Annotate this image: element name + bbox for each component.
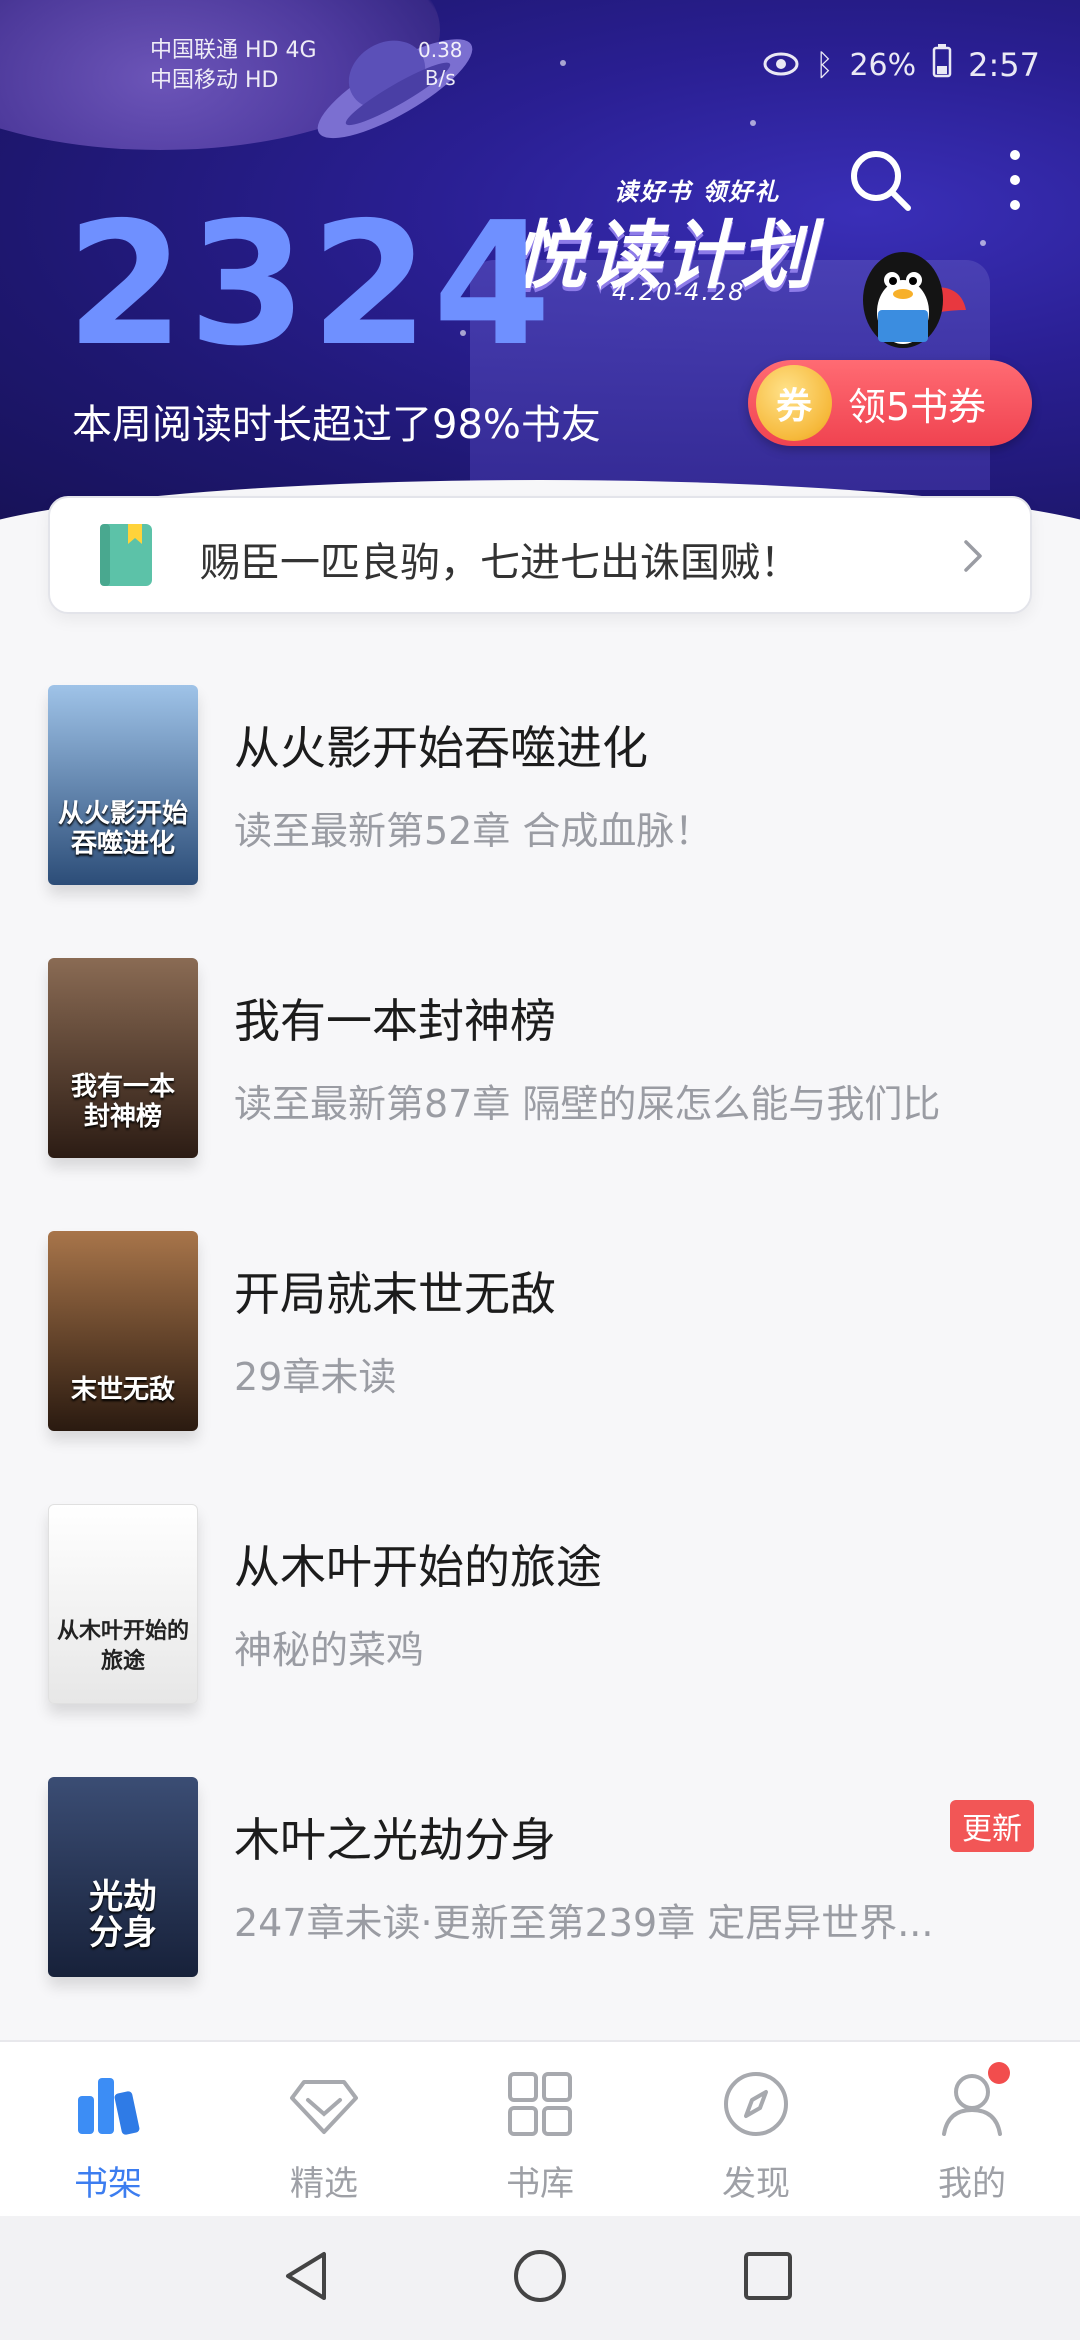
bookshelf-icon: [78, 2078, 140, 2135]
weekly-read-description: 本周阅读时长超过了98%书友: [72, 402, 601, 448]
tab-label: 发现: [722, 2164, 790, 2204]
book-progress: 29章未读: [234, 1355, 397, 1399]
tab-profile[interactable]: 我的: [864, 2042, 1080, 2218]
home-icon[interactable]: [510, 2246, 570, 2306]
notice-text: 赐臣一匹良驹，七进七出诛国贼！: [200, 540, 800, 586]
star-decoration: [750, 120, 756, 126]
status-bar: 中国联通 HD 4G 中国移动 HD 0.38 B/s ᛒ 26% 2:57: [0, 0, 1080, 96]
bluetooth-icon: ᛒ: [815, 47, 834, 83]
eye-icon: [763, 46, 799, 84]
search-icon[interactable]: [846, 146, 916, 216]
tab-label: 精选: [290, 2164, 358, 2204]
tab-discover[interactable]: 发现: [648, 2042, 864, 2218]
book-progress: 读至最新第52章 合成血脉！: [234, 809, 713, 853]
book-title: 开局就末世无敌: [234, 1267, 556, 1321]
back-icon[interactable]: [278, 2246, 338, 2306]
book-item[interactable]: 从木叶开始的 旅途 从木叶开始的旅途 神秘的菜鸡: [0, 1469, 1080, 1742]
book-cover[interactable]: 从木叶开始的 旅途: [48, 1504, 198, 1704]
tab-featured[interactable]: 精选: [216, 2042, 432, 2218]
more-menu-icon[interactable]: [998, 150, 1032, 210]
status-right: ᛒ 26% 2:57: [763, 44, 1040, 86]
cover-title: 从木叶开始的 旅途: [56, 1619, 189, 1674]
book-title: 从木叶开始的旅途: [234, 1540, 602, 1594]
book-item[interactable]: 我有一本 封神榜 我有一本封神榜 读至最新第87章 隔壁的屎怎么能与我们比: [0, 923, 1080, 1196]
book-item[interactable]: 从火影开始 吞噬进化 从火影开始吞噬进化 读至最新第52章 合成血脉！: [0, 650, 1080, 923]
system-nav-bar: [0, 2216, 1080, 2340]
tab-label: 我的: [938, 2164, 1006, 2204]
cover-title: 从火影开始 吞噬进化: [57, 799, 188, 859]
book-author: 神秘的菜鸡: [234, 1628, 425, 1672]
battery-text: 26%: [849, 47, 917, 83]
clock: 2:57: [968, 46, 1040, 84]
notification-dot: [988, 2062, 1010, 2084]
cover-title: 末世无敌: [70, 1375, 175, 1405]
penguin-mascot-icon: [863, 252, 966, 348]
coupon-coin-icon: 券: [756, 365, 832, 441]
tab-label: 书架: [74, 2164, 142, 2204]
book-cover[interactable]: 末世无敌: [48, 1231, 198, 1431]
notice-card[interactable]: 赐臣一匹良驹，七进七出诛国贼！: [48, 496, 1032, 614]
cover-title: 我有一本 封神榜: [70, 1072, 175, 1132]
weekly-read-count: 2324: [66, 186, 556, 384]
book-cover[interactable]: 从火影开始 吞噬进化: [48, 685, 198, 885]
update-badge: 更新: [950, 1800, 1034, 1852]
chevron-right-icon: [964, 540, 982, 572]
net-speed: 0.38 B/s: [418, 38, 463, 90]
tab-bookshelf[interactable]: 书架: [0, 2042, 216, 2218]
carrier-2: 中国移动 HD: [150, 68, 279, 93]
diamond-icon: [290, 2080, 358, 2134]
book-list: 从火影开始 吞噬进化 从火影开始吞噬进化 读至最新第52章 合成血脉！ 我有一本…: [0, 650, 1080, 2015]
book-icon: [100, 524, 152, 586]
bottom-tab-bar: 书架 精选 书库 发现 我的: [0, 2040, 1080, 2216]
book-title: 木叶之光劫分身: [234, 1813, 556, 1867]
promo-dates: 4.20-4.28: [612, 278, 746, 306]
coupon-label: 领5书券: [848, 384, 987, 429]
book-progress: 读至最新第87章 隔壁的屎怎么能与我们比: [234, 1082, 941, 1126]
book-cover[interactable]: 我有一本 封神榜: [48, 958, 198, 1158]
carrier-1: 中国联通 HD 4G: [150, 38, 317, 63]
book-item[interactable]: 末世无敌 开局就末世无敌 29章未读: [0, 1196, 1080, 1469]
header-banner: 中国联通 HD 4G 中国移动 HD 0.38 B/s ᛒ 26% 2:57 读…: [0, 0, 1080, 530]
book-title: 从火影开始吞噬进化: [234, 721, 648, 775]
claim-coupon-button[interactable]: 券 领5书券: [748, 360, 1032, 446]
tab-library[interactable]: 书库: [432, 2042, 648, 2218]
book-item[interactable]: 光劫 分身 木叶之光劫分身 更新 247章未读·更新至第239章 定居异世界..…: [0, 1742, 1080, 2015]
recents-icon[interactable]: [738, 2246, 798, 2306]
star-decoration: [980, 240, 986, 246]
book-progress: 247章未读·更新至第239章 定居异世界...: [234, 1901, 934, 1945]
book-cover[interactable]: 光劫 分身: [48, 1777, 198, 1977]
grid-icon: [508, 2072, 572, 2136]
tab-label: 书库: [506, 2164, 574, 2204]
battery-icon: [932, 44, 952, 86]
book-title: 我有一本封神榜: [234, 994, 556, 1048]
cover-title: 光劫 分身: [89, 1877, 157, 1953]
compass-icon: [724, 2072, 788, 2136]
